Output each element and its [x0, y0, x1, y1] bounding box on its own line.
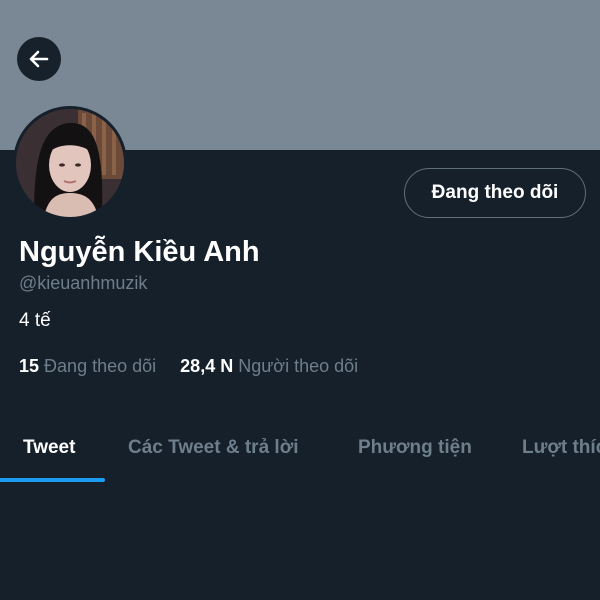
followers-count: 28,4 N [180, 356, 234, 376]
back-button[interactable] [17, 37, 61, 81]
following-label: Đang theo dõi [44, 356, 157, 376]
following-button[interactable]: Đang theo dõi [404, 168, 586, 218]
tab-tweets[interactable]: Tweet [23, 436, 75, 460]
followers-label: Người theo dõi [238, 356, 359, 376]
following-button-label: Đang theo dõi [431, 182, 559, 203]
display-name: Nguyễn Kiều Anh [19, 236, 260, 268]
followers-stat[interactable]: 28,4 N Người theo dõi [180, 356, 358, 376]
profile-stats: 15 Đang theo dõi 28,4 N Người theo dõi [19, 355, 358, 377]
following-count: 15 [19, 356, 40, 376]
avatar[interactable] [13, 106, 127, 220]
arrow-left-icon [27, 47, 51, 71]
tab-likes[interactable]: Lượt thích [522, 436, 600, 460]
tab-media[interactable]: Phương tiện [358, 436, 472, 460]
active-tab-indicator [0, 478, 105, 482]
username-handle: @kieuanhmuzik [19, 273, 148, 293]
profile-photo [16, 109, 124, 217]
profile-bio: 4 tế [19, 310, 51, 331]
tab-tweets-and-replies[interactable]: Các Tweet & trả lời [128, 436, 298, 460]
following-stat[interactable]: 15 Đang theo dõi [19, 356, 161, 376]
